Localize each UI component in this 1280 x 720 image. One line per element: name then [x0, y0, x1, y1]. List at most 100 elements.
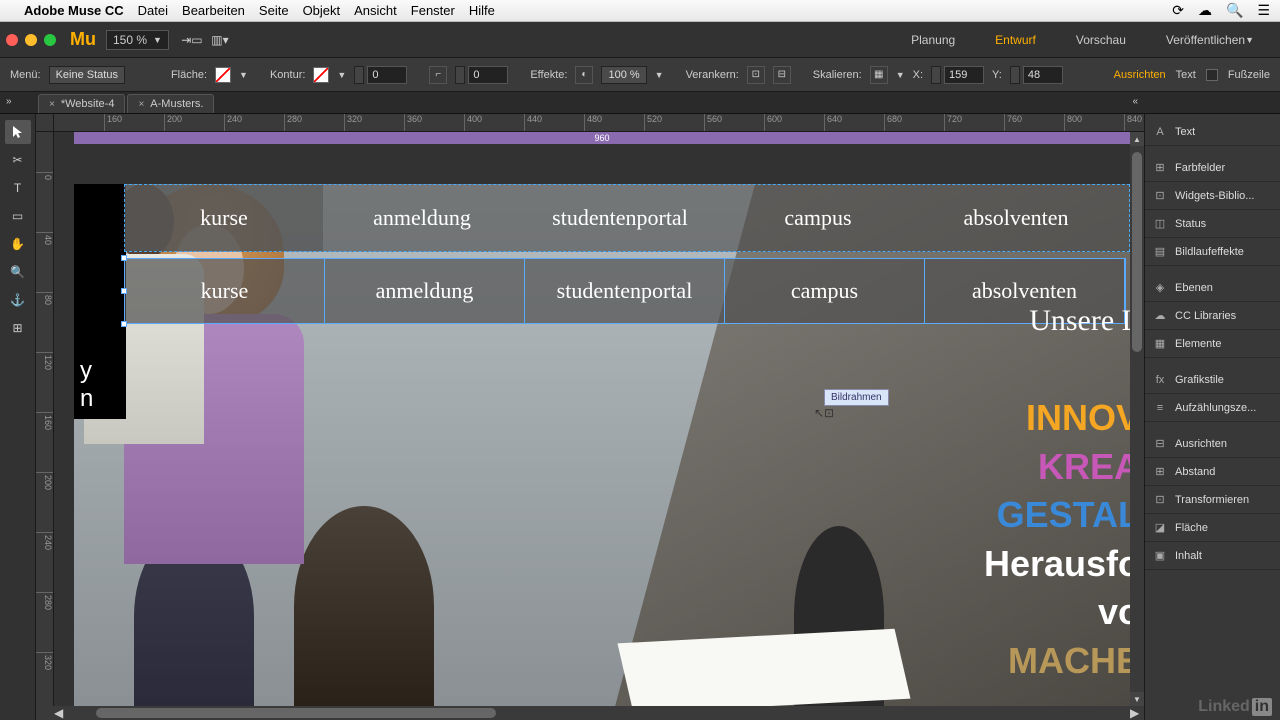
crop-tool[interactable]: ✂: [5, 148, 31, 172]
opacity-select[interactable]: 100 %: [601, 66, 646, 84]
nav1-campus[interactable]: campus: [719, 185, 917, 251]
doc-tab-website4[interactable]: ×*Website-4: [38, 94, 125, 113]
corner-spinner[interactable]: [455, 66, 465, 84]
stroke-swatch[interactable]: [313, 67, 329, 83]
anchor-link-icon[interactable]: ⊟: [773, 66, 791, 84]
cc-status-icon[interactable]: ⟳: [1172, 2, 1184, 19]
panel-status[interactable]: ◫Status: [1145, 210, 1280, 238]
effects-icon[interactable]: ◐: [575, 66, 593, 84]
app-name[interactable]: Adobe Muse CC: [24, 3, 124, 18]
scroll-up-icon[interactable]: ▲: [1130, 132, 1144, 146]
headline-text[interactable]: Unsere L: [1029, 304, 1130, 338]
horizontal-scrollbar[interactable]: ◀ ▶: [36, 706, 1144, 720]
panel-transform[interactable]: ⊡Transformieren: [1145, 486, 1280, 514]
nav-menu-1[interactable]: kurse anmeldung studentenportal campus a…: [124, 184, 1130, 252]
chevron-down-icon[interactable]: ▼: [655, 70, 664, 80]
menu-ansicht[interactable]: Ansicht: [354, 3, 397, 18]
scroll-left-icon[interactable]: ◀: [54, 706, 68, 720]
device-preview-icon[interactable]: ⇥▭: [181, 29, 203, 51]
nav1-anmeldung[interactable]: anmeldung: [323, 185, 521, 251]
x-spinner[interactable]: [931, 66, 941, 84]
nav2-anmeldung[interactable]: anmeldung: [325, 259, 525, 323]
tab-vorschau[interactable]: Vorschau: [1056, 22, 1146, 57]
panel-abstand[interactable]: ⊞Abstand: [1145, 458, 1280, 486]
nav-menu-2-selected[interactable]: kurse anmeldung studentenportal campus a…: [124, 258, 1126, 324]
panel-elemente[interactable]: ▦Elemente: [1145, 330, 1280, 358]
text-button[interactable]: Text: [1176, 69, 1196, 81]
menu-objekt[interactable]: Objekt: [303, 3, 341, 18]
anchor-icon[interactable]: ⊡: [747, 66, 765, 84]
fill-swatch[interactable]: [215, 67, 231, 83]
scroll-thumb[interactable]: [96, 708, 496, 718]
menu-hilfe[interactable]: Hilfe: [469, 3, 495, 18]
nav1-kurse[interactable]: kurse: [125, 185, 323, 251]
panel-bildlauf[interactable]: ▤Bildlaufeffekte: [1145, 238, 1280, 266]
vertical-scrollbar[interactable]: ▲ ▼: [1130, 132, 1144, 706]
y-input[interactable]: [1023, 66, 1063, 84]
left-dark-block[interactable]: y n: [74, 184, 126, 419]
layout-view-icon[interactable]: ▥▾: [209, 29, 231, 51]
chevron-down-icon[interactable]: ▼: [239, 70, 248, 80]
panel-text[interactable]: AText: [1145, 118, 1280, 146]
menu-seite[interactable]: Seite: [259, 3, 289, 18]
nav1-studentenportal[interactable]: studentenportal: [521, 185, 719, 251]
anchor-tool[interactable]: ⚓: [5, 288, 31, 312]
panel-flaeche[interactable]: ◪Fläche: [1145, 514, 1280, 542]
nav2-kurse[interactable]: kurse: [125, 259, 325, 323]
chevron-down-icon[interactable]: ▼: [337, 70, 346, 80]
scale-icon[interactable]: ▦: [870, 66, 888, 84]
text-tool[interactable]: T: [5, 176, 31, 200]
panel-aufzaehlung[interactable]: ≡Aufzählungsze...: [1145, 394, 1280, 422]
zoom-level-select[interactable]: 150 % ▼: [106, 30, 169, 50]
selection-tool[interactable]: [5, 120, 31, 144]
resize-handle[interactable]: [121, 321, 127, 327]
resize-handle[interactable]: [121, 255, 127, 261]
stroke-width-input[interactable]: [367, 66, 407, 84]
panel-farbfelder[interactable]: ⊞Farbfelder: [1145, 154, 1280, 182]
tab-entwurf[interactable]: Entwurf: [975, 22, 1056, 57]
spotlight-icon[interactable]: 🔍: [1226, 2, 1243, 19]
frame-tool[interactable]: ⊞: [5, 316, 31, 340]
menu-status-select[interactable]: Keine Status: [49, 66, 125, 84]
chevron-down-icon[interactable]: ▼: [896, 70, 905, 80]
menu-fenster[interactable]: Fenster: [411, 3, 455, 18]
zoom-tool[interactable]: 🔍: [5, 260, 31, 284]
menu-datei[interactable]: Datei: [138, 3, 168, 18]
nav1-absolventen[interactable]: absolventen: [917, 185, 1115, 251]
panel-cclibs[interactable]: ☁CC Libraries: [1145, 302, 1280, 330]
resize-handle[interactable]: [121, 288, 127, 294]
panel-widgets[interactable]: ⊡Widgets-Biblio...: [1145, 182, 1280, 210]
x-input[interactable]: [944, 66, 984, 84]
close-icon[interactable]: ×: [138, 99, 144, 110]
page-content[interactable]: y n kurse anmeldung studentenportal camp…: [74, 144, 1130, 706]
menu-bearbeiten[interactable]: Bearbeiten: [182, 3, 245, 18]
close-icon[interactable]: ×: [49, 99, 55, 110]
tab-veroeffentlichen[interactable]: Veröffentlichen ▼: [1146, 22, 1274, 57]
footer-checkbox[interactable]: [1206, 69, 1218, 81]
tab-planung[interactable]: Planung: [891, 22, 975, 57]
doc-tab-amusters[interactable]: ×A-Musters.: [127, 94, 214, 113]
align-link[interactable]: Ausrichten: [1114, 69, 1166, 81]
zoom-window-button[interactable]: [44, 34, 56, 46]
panel-ausrichten[interactable]: ⊟Ausrichten: [1145, 430, 1280, 458]
expand-left-icon[interactable]: »: [6, 96, 12, 107]
expand-right-icon[interactable]: «: [1132, 96, 1138, 107]
design-viewport[interactable]: 960 y n: [54, 132, 1130, 706]
y-spinner[interactable]: [1010, 66, 1020, 84]
scroll-down-icon[interactable]: ▼: [1130, 692, 1144, 706]
close-window-button[interactable]: [6, 34, 18, 46]
scroll-thumb[interactable]: [1132, 152, 1142, 352]
keyword-stack[interactable]: INNOV KREA GESTAL Herausfo vo MACHE: [984, 394, 1130, 686]
stroke-spinner[interactable]: [354, 66, 364, 84]
nav2-studentenportal[interactable]: studentenportal: [525, 259, 725, 323]
cc-cloud-icon[interactable]: ☁: [1198, 2, 1212, 19]
panel-inhalt[interactable]: ▣Inhalt: [1145, 542, 1280, 570]
minimize-window-button[interactable]: [25, 34, 37, 46]
corner-radius-input[interactable]: [468, 66, 508, 84]
hand-tool[interactable]: ✋: [5, 232, 31, 256]
panel-ebenen[interactable]: ◈Ebenen: [1145, 274, 1280, 302]
menu-icon[interactable]: ☰: [1257, 2, 1270, 19]
panel-grafikstile[interactable]: fxGrafikstile: [1145, 366, 1280, 394]
corner-radius-icon[interactable]: ⌐: [429, 66, 447, 84]
rectangle-tool[interactable]: ▭: [5, 204, 31, 228]
